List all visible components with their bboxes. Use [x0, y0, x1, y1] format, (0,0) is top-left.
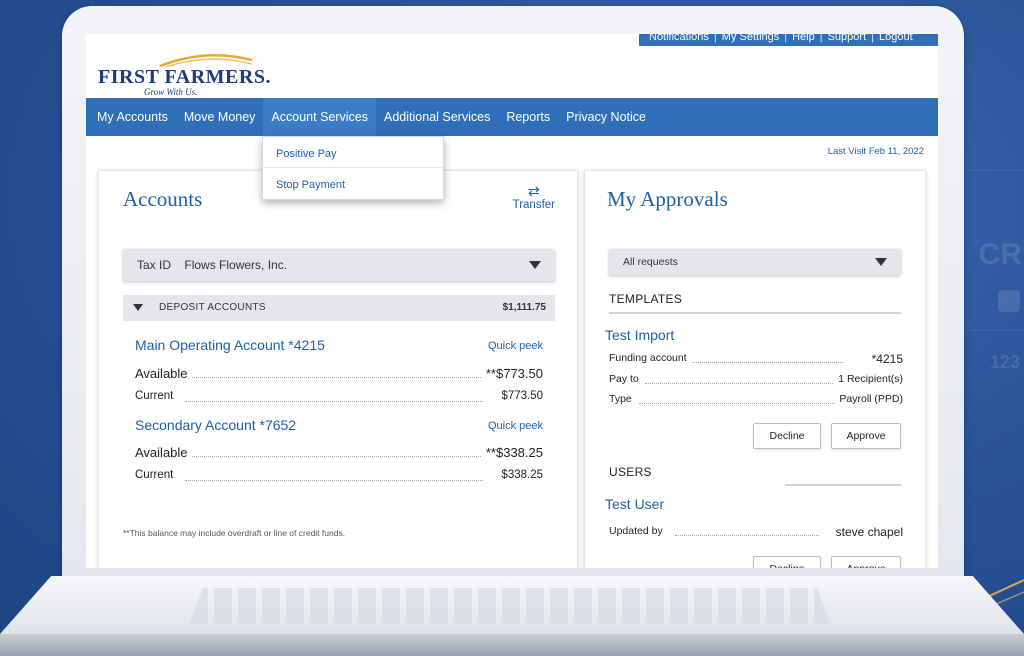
accounts-card: Accounts ⇄ Transfer Tax ID Flows Flowers… [98, 170, 578, 568]
current-row: Current $773.50 [135, 390, 543, 406]
type-value: Payroll (PPD) [835, 393, 903, 405]
filter-value: All requests [623, 256, 678, 268]
current-value: $338.25 [497, 469, 543, 481]
top-utility-links: Notifications | My Settings | Help | Support | L… [639, 34, 938, 46]
deposit-accounts-label: DEPOSIT ACCOUNTS [159, 302, 266, 313]
caret-down-icon [875, 258, 887, 266]
decline-button[interactable]: Decline [753, 423, 821, 449]
bg-card-text: CR [978, 238, 1022, 271]
user-name-link[interactable]: Test User [605, 496, 664, 512]
approvals-title: My Approvals [607, 187, 728, 211]
laptop-base [0, 576, 1024, 656]
available-row: Available **$338.25 [135, 445, 543, 461]
accounts-title: Accounts [123, 187, 203, 211]
funding-account-label: Funding account [609, 352, 691, 364]
available-value: **$338.25 [481, 445, 543, 460]
updated-by-value: steve chapel [831, 525, 903, 539]
current-label: Current [135, 469, 178, 481]
available-label: Available [135, 445, 192, 460]
nav-account-services[interactable]: Account Services [263, 98, 377, 136]
funding-account-value: *4215 [867, 352, 903, 366]
last-visit-text: Last Visit Feb 11, 2022 [827, 146, 924, 157]
logo-wordmark: FIRST FARMERS. [98, 66, 271, 88]
menu-item-stop-payment[interactable]: Stop Payment [263, 168, 443, 199]
my-settings-link[interactable]: My Settings [722, 34, 779, 43]
templates-heading: TEMPLATES [609, 292, 683, 306]
tax-id-label: Tax ID [137, 258, 172, 272]
nav-move-money[interactable]: Move Money [176, 98, 264, 136]
support-link[interactable]: Support [828, 34, 867, 43]
bg-line [960, 170, 1024, 171]
approve-button[interactable]: Approve [831, 556, 901, 568]
pay-to-row: Pay to 1 Recipient(s) [609, 373, 903, 387]
browser-screen: Notifications | My Settings | Help | Support | L… [86, 34, 938, 568]
bg-line [965, 330, 1024, 331]
decline-button[interactable]: Decline [753, 556, 821, 568]
transfer-label: Transfer [512, 199, 555, 211]
users-heading: USERS [609, 465, 652, 479]
nav-reports[interactable]: Reports [498, 98, 558, 136]
collapse-triangle-icon [133, 304, 143, 311]
transfer-arrows-icon: ⇄ [527, 183, 540, 199]
nav-additional-services[interactable]: Additional Services [376, 98, 498, 136]
updated-by-row: Updated by steve chapel [609, 525, 903, 539]
bg-chip-shape [998, 290, 1020, 312]
approvals-filter-select[interactable]: All requests [609, 249, 901, 275]
updated-by-label: Updated by [609, 525, 667, 537]
menu-item-positive-pay[interactable]: Positive Pay [263, 137, 443, 168]
funding-account-row: Funding account *4215 [609, 352, 903, 366]
balance-footnote: **This balance may include overdraft or … [123, 528, 346, 538]
available-value: **$773.50 [481, 366, 543, 381]
templates-divider [609, 312, 901, 314]
help-link[interactable]: Help [792, 34, 815, 43]
transfer-button[interactable]: ⇄ Transfer [513, 183, 555, 211]
main-navigation: My Accounts Move Money Account Services … [86, 98, 938, 136]
deposit-accounts-total: $1,111.75 [502, 302, 546, 313]
caret-down-icon [529, 261, 541, 269]
approvals-card: My Approvals All requests TEMPLATES Test… [584, 170, 926, 568]
type-row: Type Payroll (PPD) [609, 393, 903, 407]
nav-privacy-notice[interactable]: Privacy Notice [558, 98, 654, 136]
current-value: $773.50 [497, 390, 543, 402]
account-services-dropdown: Positive Pay Stop Payment [262, 136, 444, 200]
available-label: Available [135, 366, 192, 381]
tax-id-select[interactable]: Tax ID Flows Flowers, Inc. [123, 249, 555, 281]
account-link-main-operating[interactable]: Main Operating Account *4215 [135, 337, 325, 353]
users-divider [785, 484, 901, 486]
quick-peek-link[interactable]: Quick peek [488, 420, 543, 432]
pay-to-value: 1 Recipient(s) [834, 373, 903, 385]
type-label: Type [609, 393, 636, 405]
pay-to-label: Pay to [609, 373, 643, 385]
logout-link[interactable]: Logout [879, 34, 913, 43]
current-row: Current $338.25 [135, 469, 543, 485]
quick-peek-link[interactable]: Quick peek [488, 340, 543, 352]
nav-my-accounts[interactable]: My Accounts [86, 98, 176, 136]
deposit-accounts-header[interactable]: DEPOSIT ACCOUNTS $1,111.75 [123, 295, 555, 321]
available-row: Available **$773.50 [135, 366, 543, 382]
approve-button[interactable]: Approve [831, 423, 901, 449]
tax-id-value: Flows Flowers, Inc. [184, 258, 288, 272]
logo-tagline: Grow With Us. [144, 87, 198, 97]
notifications-link[interactable]: Notifications [649, 34, 709, 43]
template-name-link[interactable]: Test Import [605, 327, 674, 343]
bg-card-number: 123 [989, 352, 1020, 372]
current-label: Current [135, 390, 178, 402]
account-link-secondary[interactable]: Secondary Account *7652 [135, 417, 296, 433]
